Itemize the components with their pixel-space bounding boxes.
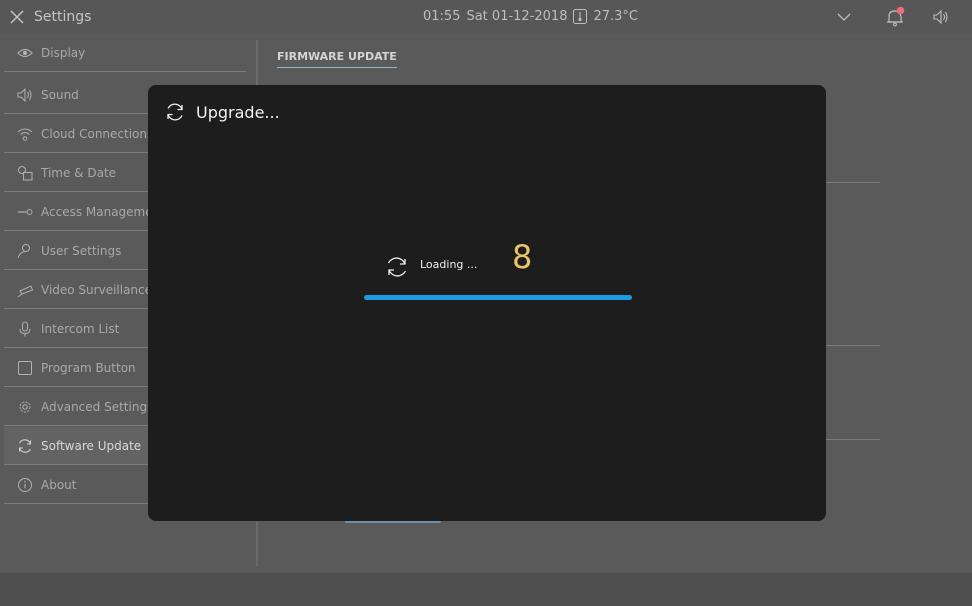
progress-bar-fill: [364, 295, 632, 300]
chevron-down-icon[interactable]: [836, 10, 852, 24]
refresh-icon: [167, 103, 183, 121]
temperature: 27.3°C: [593, 9, 638, 24]
sidebar-item-label: Advanced Settings: [41, 399, 154, 414]
sidebar-item-label: About: [41, 477, 77, 492]
key-icon: [18, 208, 33, 215]
bell-icon[interactable]: [884, 6, 906, 28]
sidebar-item-label: Intercom List: [41, 321, 120, 336]
content-divider: [826, 182, 880, 183]
app-title: Settings: [34, 9, 92, 25]
page-title: FIRMWARE UPDATE: [277, 50, 397, 68]
loading-spinner-icon: [387, 257, 407, 277]
microphone-icon: [19, 321, 31, 336]
square-icon: [18, 360, 32, 375]
eye-icon: [17, 48, 33, 57]
loading-label: Loading ...: [420, 258, 478, 271]
refresh-icon: [18, 438, 32, 453]
bottom-bar: [0, 573, 972, 606]
sidebar-item-label: Display: [41, 45, 86, 60]
sidebar-item-label: Program Button: [41, 360, 136, 375]
close-icon[interactable]: [4, 4, 30, 30]
status-bar: 01:55 Sat 01-12-2018 27.3°C: [423, 9, 638, 24]
sidebar-item-display[interactable]: Display: [4, 34, 246, 72]
content-divider: [826, 345, 880, 346]
user-icon: [17, 243, 30, 258]
progress-bar: [364, 295, 632, 300]
dialog-title: Upgrade...: [196, 103, 280, 122]
sidebar-item-label: Software Update: [41, 438, 142, 453]
thermometer-icon: [573, 9, 588, 24]
sidebar-item-label: Video Surveillance: [41, 282, 153, 297]
top-bar: Settings 01:55 Sat 01-12-2018 27.3°C: [0, 0, 972, 34]
info-icon: [18, 477, 32, 492]
sidebar-item-label: Cloud Connections: [41, 126, 154, 141]
sidebar-item-label: User Settings: [41, 243, 122, 258]
sidebar-item-label: Time & Date: [41, 165, 117, 180]
content-divider: [826, 439, 880, 440]
speaker-icon: [17, 87, 32, 102]
clock-time: 01:55: [423, 9, 461, 24]
wifi-icon: [17, 128, 33, 141]
speaker-icon[interactable]: [932, 9, 950, 25]
countdown: 8: [512, 238, 533, 276]
clock-date: Sat 01-12-2018: [466, 9, 568, 24]
sidebar-item-label: Sound: [41, 87, 79, 102]
sidebar-item-label: Access Management: [41, 204, 165, 219]
clock-calendar-icon: [18, 165, 33, 180]
camera-icon: [17, 284, 33, 297]
notification-dot: [896, 6, 905, 15]
gear-icon: [19, 401, 31, 412]
upgrade-dialog: Upgrade... Loading ... 8: [148, 85, 826, 521]
